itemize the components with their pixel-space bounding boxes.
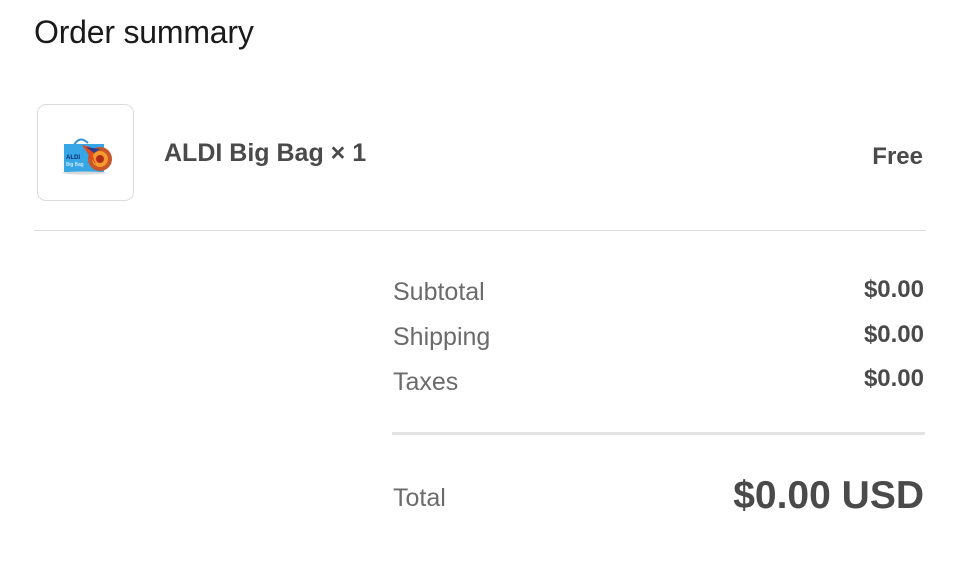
order-summary-title: Order summary [34, 14, 254, 50]
subtotal-label: Subtotal [393, 278, 485, 306]
bag-brand-text: ALDI [66, 155, 80, 161]
subtotal-value: $0.00 [863, 276, 924, 303]
product-name: ALDI Big Bag × 1 [164, 139, 367, 167]
taxes-value: $0.00 [863, 365, 924, 392]
product-price: Free [872, 143, 923, 170]
divider [34, 230, 926, 231]
divider [392, 432, 925, 435]
tote-bag-image: ALDI Big Bag [62, 138, 112, 175]
bag-subtitle-text: Big Bag [66, 162, 84, 168]
shipping-value: $0.00 [863, 321, 924, 348]
total-value: $0.00 USD [733, 474, 924, 517]
product-thumbnail: ALDI Big Bag [37, 104, 134, 201]
total-label: Total [393, 484, 446, 512]
taxes-label: Taxes [393, 368, 459, 396]
shipping-label: Shipping [393, 323, 491, 351]
